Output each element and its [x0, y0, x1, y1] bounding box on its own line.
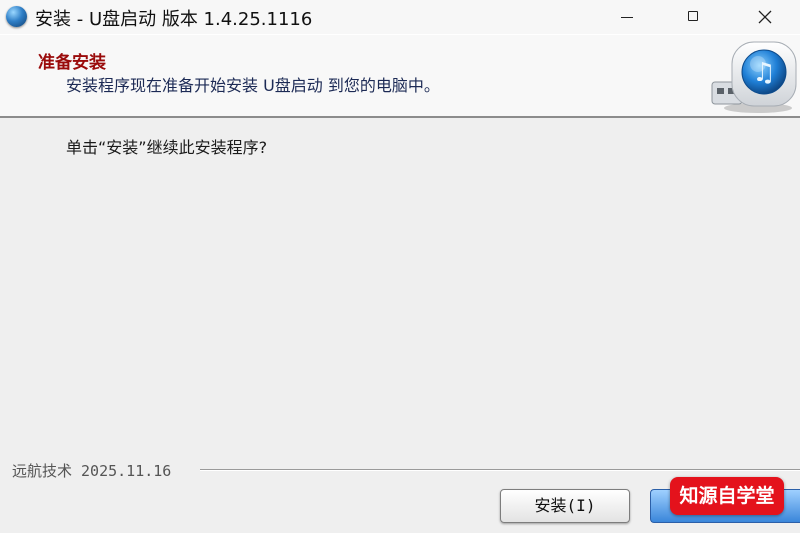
install-button[interactable]: 安装(I)	[500, 489, 630, 523]
svg-text:♫: ♫	[752, 58, 775, 88]
header-banner: 准备安装 安装程序现在准备开始安装 U盘启动 到您的电脑中。 ♫	[0, 34, 800, 118]
page-title: 准备安装	[38, 53, 106, 73]
maximize-icon	[688, 11, 698, 21]
brand-label: 远航技术 2025.11.16	[12, 460, 180, 481]
usb-music-drive-icon: ♫	[711, 41, 797, 113]
window-title: 安装 - U盘启动 版本 1.4.25.1116	[35, 9, 313, 30]
page-subtitle: 安装程序现在准备开始安装 U盘启动 到您的电脑中。	[66, 76, 440, 95]
instruction-text: 单击“安装”继续此安装程序?	[66, 138, 268, 157]
footer-divider	[200, 469, 800, 471]
content-area: 单击“安装”继续此安装程序?	[0, 118, 800, 463]
close-icon	[758, 10, 772, 24]
minimize-button[interactable]	[595, 0, 661, 34]
title-bar[interactable]: 安装 - U盘启动 版本 1.4.25.1116	[0, 0, 800, 34]
maximize-button[interactable]	[661, 0, 727, 34]
installer-window: 安装 - U盘启动 版本 1.4.25.1116 准备安装 安装程序现在准备开始…	[0, 0, 800, 533]
minimize-icon	[621, 17, 633, 18]
close-button[interactable]	[731, 0, 797, 34]
app-disc-icon	[6, 6, 27, 27]
watermark-badge: 知源自学堂	[670, 477, 784, 515]
